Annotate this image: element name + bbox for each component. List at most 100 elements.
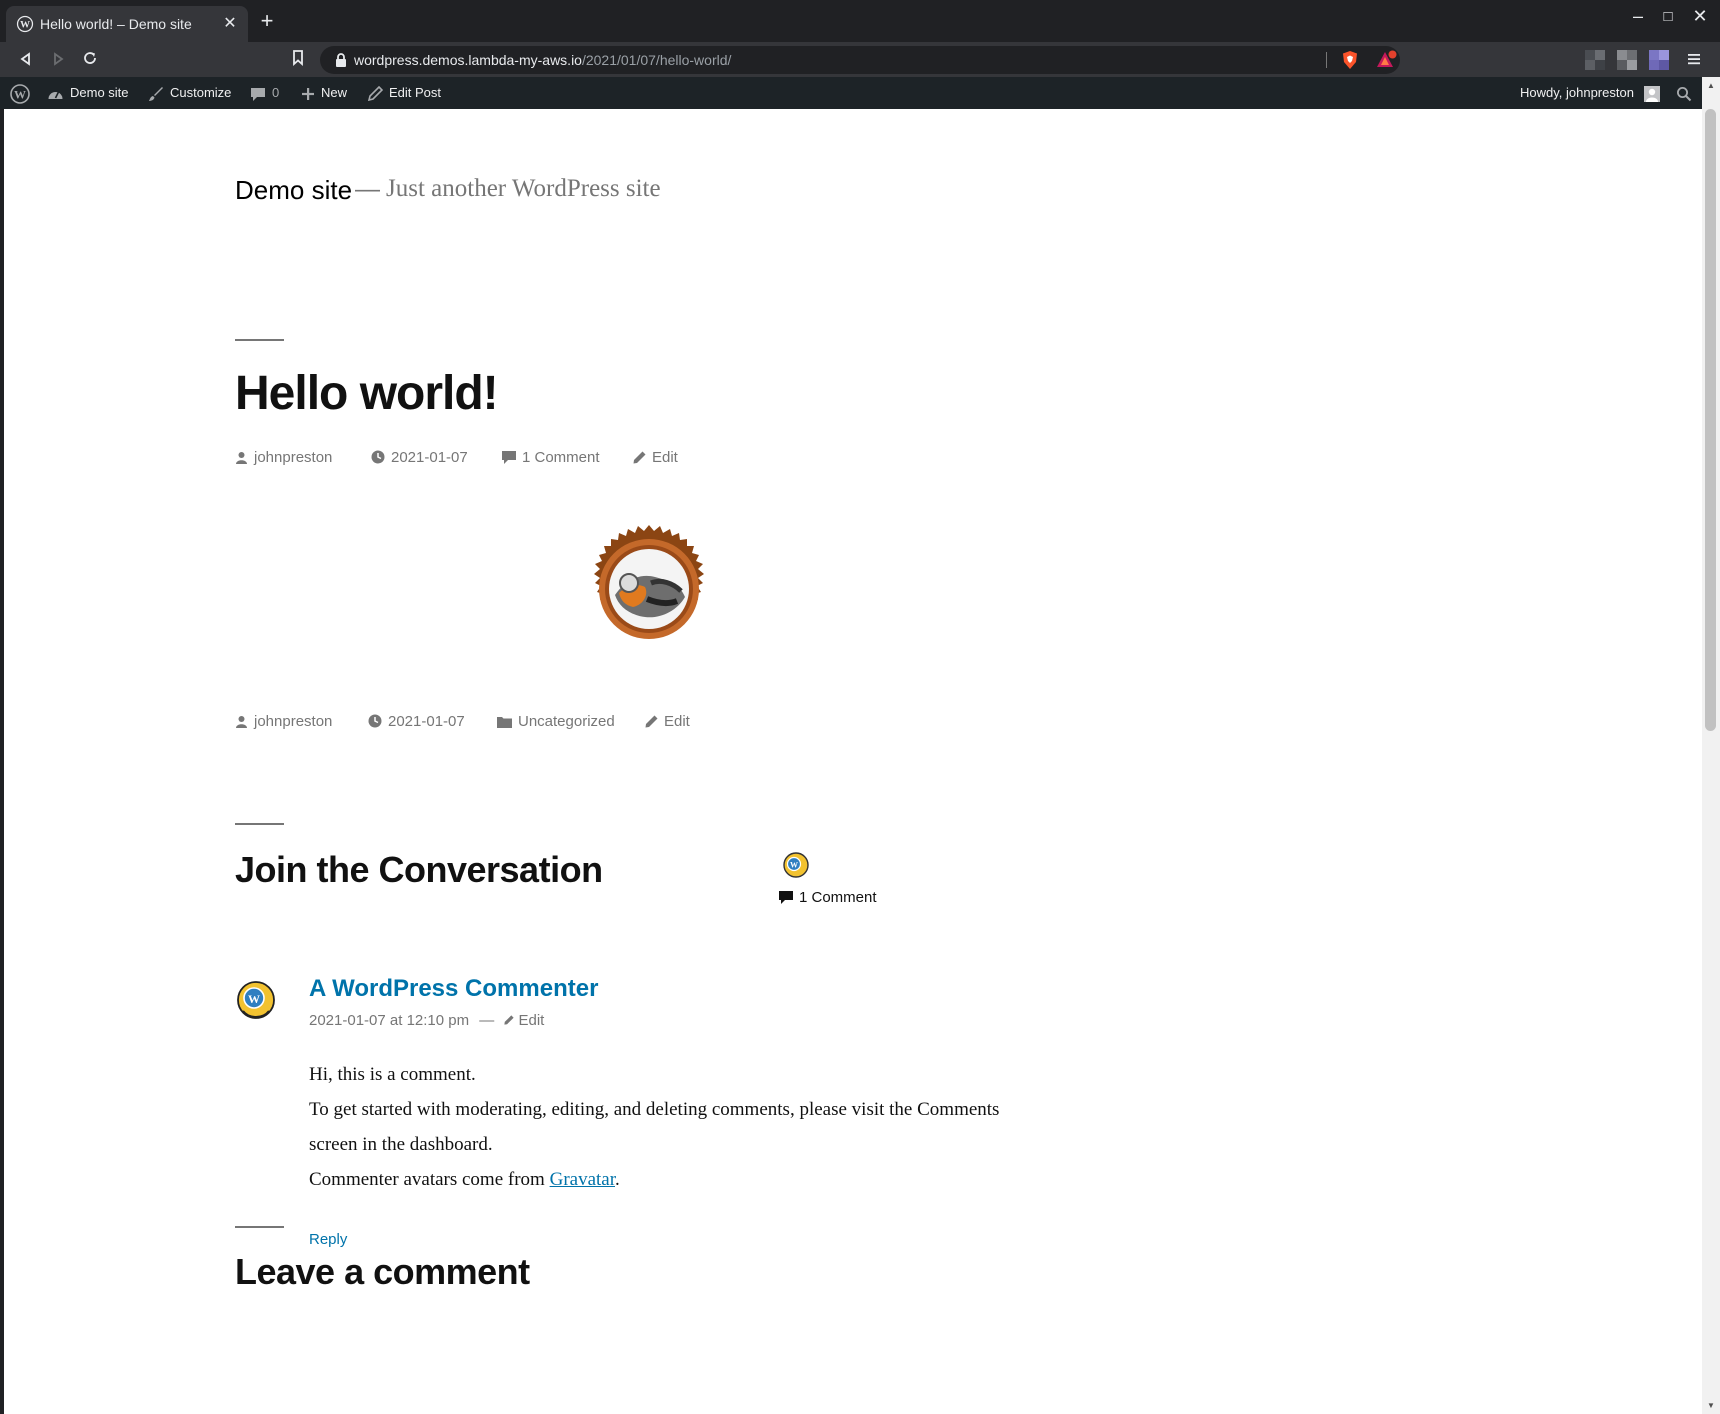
post-comments-label: 1 Comment — [522, 449, 600, 466]
footer-edit-link[interactable]: Edit — [645, 713, 690, 730]
brave-rewards-icon[interactable] — [1376, 50, 1398, 70]
new-tab-button[interactable]: + — [256, 8, 278, 34]
post-edit-label: Edit — [652, 449, 678, 466]
user-avatar-icon — [1643, 85, 1660, 102]
commenter-avatar-icon: W — [237, 981, 275, 1019]
extension-icon-2[interactable] — [1616, 48, 1638, 72]
comments-rule — [235, 823, 284, 825]
footer-edit-label: Edit — [664, 713, 690, 730]
gravatar-link[interactable]: Gravatar — [550, 1169, 615, 1190]
comments-heading: Join the Conversation — [235, 849, 603, 890]
site-title-separator: — — [355, 175, 380, 203]
scroll-down-icon[interactable]: ▼ — [1707, 1401, 1715, 1410]
comment-body: Hi, this is a comment. To get started wi… — [309, 1057, 1029, 1197]
url-text: wordpress.demos.lambda-my-aws.io/2021/01… — [354, 52, 731, 68]
wordpress-favicon-icon: W — [16, 15, 34, 33]
admin-bar-customize[interactable]: Customize — [148, 77, 231, 109]
admin-bar-account[interactable]: Howdy, johnpreston — [1520, 77, 1660, 109]
comment-edit-label: Edit — [518, 1012, 545, 1029]
extension-icon-3[interactable] — [1648, 48, 1670, 72]
comment-edit-link[interactable]: Edit — [504, 1012, 544, 1029]
site-title[interactable]: Demo site — [235, 175, 352, 206]
dashboard-icon — [48, 91, 63, 99]
footer-category[interactable]: Uncategorized — [497, 713, 615, 730]
bookmark-button[interactable] — [286, 48, 310, 72]
comment-date-link[interactable]: 2021-01-07 at 12:10 pm — [309, 1012, 469, 1029]
admin-bar-comments[interactable]: 0 — [250, 77, 279, 109]
edit-pencil-icon — [645, 715, 658, 728]
search-icon — [1677, 86, 1692, 101]
title-rule — [235, 339, 284, 341]
comment-author-link[interactable]: A WordPress Commenter — [309, 975, 598, 1003]
reply-link[interactable]: Reply — [309, 1231, 347, 1248]
post-date[interactable]: 2021-01-07 — [371, 449, 468, 466]
reload-button[interactable] — [78, 48, 102, 72]
clock-icon — [368, 714, 382, 728]
svg-text:W: W — [790, 861, 798, 870]
browser-menu-button[interactable] — [1682, 48, 1706, 72]
page-viewport: Demo site — Just another WordPress site … — [4, 109, 1702, 1414]
bookmark-icon — [293, 50, 303, 66]
edit-pencil-icon — [504, 1015, 515, 1025]
edit-pencil-icon — [633, 451, 646, 464]
post-author[interactable]: johnpreston — [235, 449, 332, 466]
footer-author-label: johnpreston — [254, 713, 333, 730]
featured-image-gear-mascot: /* gear teeth drawn via polygon below */ — [594, 525, 704, 639]
tab-strip: W Hello world! – Demo site ✕ + – □ ✕ — [0, 0, 1720, 42]
hamburger-menu-icon — [1688, 54, 1700, 65]
post-comments-link[interactable]: 1 Comment — [502, 449, 600, 466]
page-scrollbar[interactable]: ▲ ▼ — [1702, 77, 1720, 1414]
admin-bar-search[interactable] — [1676, 77, 1692, 109]
plus-icon — [302, 87, 314, 100]
comments-count-label: 1 Comment — [799, 889, 877, 906]
scrollbar-thumb[interactable] — [1705, 109, 1716, 731]
post-date-label: 2021-01-07 — [391, 449, 468, 466]
address-bar[interactable]: wordpress.demos.lambda-my-aws.io/2021/01… — [320, 46, 1400, 74]
wp-logo-menu[interactable]: W — [10, 77, 30, 109]
folder-icon — [497, 717, 512, 728]
minimize-button[interactable]: – — [1624, 6, 1652, 27]
tab-close-icon[interactable]: ✕ — [220, 13, 240, 33]
leave-comment-heading: Leave a comment — [235, 1251, 530, 1292]
tab-title: Hello world! – Demo site — [40, 16, 192, 32]
comment-date-separator: — — [479, 1012, 495, 1029]
maximize-button[interactable]: □ — [1654, 8, 1682, 25]
comment-icon — [779, 891, 793, 904]
footer-category-label: Uncategorized — [518, 713, 615, 730]
howdy-label: Howdy, johnpreston — [1520, 85, 1634, 100]
back-button[interactable] — [14, 48, 38, 72]
author-icon — [236, 716, 247, 728]
comment-line-3-period: . — [615, 1169, 620, 1190]
footer-date[interactable]: 2021-01-07 — [368, 713, 465, 730]
admin-bar-new[interactable]: New — [301, 77, 347, 109]
admin-bar-site-name[interactable]: Demo site — [47, 77, 129, 109]
reload-icon — [84, 52, 96, 64]
admin-bar-edit-post[interactable]: Edit Post — [368, 77, 441, 109]
comment-bubble-icon — [251, 87, 265, 101]
browser-window: W Hello world! – Demo site ✕ + – □ ✕ wor… — [0, 0, 1720, 1414]
comment-icon — [502, 451, 516, 464]
post-edit-link[interactable]: Edit — [633, 449, 678, 466]
pencil-icon — [368, 86, 383, 102]
comments-count-summary: 1 Comment — [779, 889, 877, 906]
comment-line-2: To get started with moderating, editing,… — [309, 1099, 1000, 1155]
lock-icon — [336, 53, 346, 67]
back-arrow-icon — [20, 52, 30, 66]
brave-shield-icon[interactable] — [1340, 50, 1360, 70]
extension-icon-1[interactable] — [1584, 48, 1606, 72]
scroll-up-icon[interactable]: ▲ — [1707, 81, 1715, 90]
comment-meta: 2021-01-07 at 12:10 pm — Edit — [309, 1012, 544, 1029]
svg-text:W: W — [20, 20, 30, 31]
edit-post-label: Edit Post — [389, 85, 442, 100]
url-path: /2021/01/07/hello-world/ — [581, 52, 732, 68]
comment-line-3: Commenter avatars come from Gravatar. — [309, 1162, 1029, 1197]
customize-label: Customize — [170, 85, 232, 100]
footer-author[interactable]: johnpreston — [235, 713, 332, 730]
browser-toolbar: wordpress.demos.lambda-my-aws.io/2021/01… — [0, 42, 1720, 77]
forward-button[interactable] — [46, 48, 70, 72]
tab-active[interactable]: W Hello world! – Demo site ✕ — [6, 6, 248, 42]
footer-date-label: 2021-01-07 — [388, 713, 465, 730]
svg-text:W: W — [248, 992, 260, 1006]
author-icon — [236, 452, 247, 464]
close-window-button[interactable]: ✕ — [1686, 6, 1714, 27]
